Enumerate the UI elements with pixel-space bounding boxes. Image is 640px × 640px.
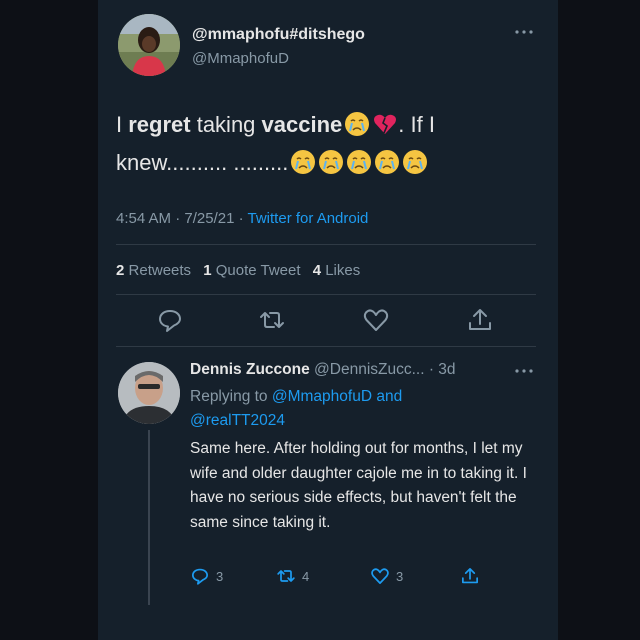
likes-label: Likes [325, 262, 361, 279]
reply-icon[interactable] [156, 306, 184, 334]
mention-link[interactable]: @MmaphofuD [272, 388, 372, 405]
reply-age[interactable]: · 3d [429, 361, 456, 378]
tweet-text-bold: vaccine [261, 112, 343, 137]
separator: · [238, 210, 244, 227]
tweet-actions [98, 306, 558, 336]
mention-link[interactable]: @realTT2024 [190, 412, 285, 429]
avatar[interactable] [118, 14, 180, 76]
divider [116, 244, 536, 245]
crying-face-emoji [403, 150, 428, 174]
reply-header: Dennis Zuccone @DennisZucc... · 3d [190, 361, 456, 379]
quote-count: 1 [203, 262, 212, 279]
tweet-text-part: I [116, 112, 129, 137]
separator: · [175, 210, 181, 227]
reply-display-name[interactable]: Dennis Zuccone [190, 361, 310, 378]
user-handle[interactable]: @MmaphofuD [192, 50, 289, 67]
reply-like-button[interactable]: 3 [370, 566, 403, 588]
replying-prefix: Replying to [190, 388, 268, 405]
likes-stat[interactable]: 4 Likes [313, 262, 361, 279]
crying-face-emoji [291, 150, 316, 174]
tweet-date[interactable]: 7/25/21 [184, 210, 234, 227]
tweet-text-bold: regret [128, 112, 191, 137]
more-icon[interactable] [512, 362, 536, 380]
replying-to: Replying to @MmaphofuD and @realTT2024 [190, 385, 520, 433]
heart-icon[interactable] [362, 306, 390, 334]
retweets-label: Retweets [128, 262, 192, 279]
quote-tweet-stat[interactable]: 1 Quote Tweet [203, 262, 300, 279]
retweets-count: 2 [116, 262, 125, 279]
reply-actions: 3 4 3 [98, 566, 558, 590]
crying-face-emoji [375, 150, 400, 174]
reply-handle[interactable]: @DennisZucc... [314, 361, 425, 378]
tweet-text: I regret taking vaccine . If I knew.......… [116, 106, 536, 182]
mention-and[interactable]: and [376, 388, 402, 405]
share-icon[interactable] [466, 306, 494, 334]
tweet-stats: 2 Retweets 1 Quote Tweet 4 Likes [116, 262, 368, 279]
crying-face-emoji [345, 112, 370, 136]
divider [116, 294, 536, 295]
like-count: 3 [396, 568, 404, 584]
crying-face-emoji [319, 150, 344, 174]
retweet-icon [277, 570, 295, 582]
broken-heart-emoji [374, 114, 397, 134]
quote-label: Quote Tweet [215, 262, 301, 279]
display-name[interactable]: @mmaphofu#ditshego [192, 26, 365, 44]
reply-count: 3 [216, 568, 224, 584]
retweet-count: 4 [302, 568, 310, 584]
more-icon[interactable] [512, 22, 536, 42]
tweet-meta: 4:54 AM · 7/25/21 · Twitter for Android [116, 210, 368, 227]
retweets-stat[interactable]: 2 Retweets [116, 262, 191, 279]
tweet-text-part: knew.......... ......... [116, 150, 289, 175]
likes-count: 4 [312, 262, 322, 279]
tweet-client-link[interactable]: Twitter for Android [248, 210, 369, 227]
divider [116, 346, 536, 347]
share-icon [462, 568, 478, 584]
crying-face-emoji [347, 150, 372, 174]
reply-avatar[interactable] [118, 362, 180, 424]
reply-share-button[interactable] [460, 566, 480, 588]
tweet-text-part: . If I [398, 112, 435, 137]
heart-icon [371, 568, 389, 584]
tweet-text-part: taking [190, 112, 262, 137]
reply-icon [192, 568, 208, 585]
reply-retweet-button[interactable]: 4 [276, 566, 309, 588]
tweet-time[interactable]: 4:54 AM [116, 210, 171, 227]
screenshot-frame: @mmaphofu#ditshego @MmaphofuD I regret t… [0, 0, 640, 640]
tweet-panel: @mmaphofu#ditshego @MmaphofuD I regret t… [98, 0, 558, 640]
reply-reply-button[interactable]: 3 [190, 566, 223, 588]
retweet-icon[interactable] [258, 306, 286, 334]
reply-text: Same here. After holding out for months,… [190, 440, 527, 531]
